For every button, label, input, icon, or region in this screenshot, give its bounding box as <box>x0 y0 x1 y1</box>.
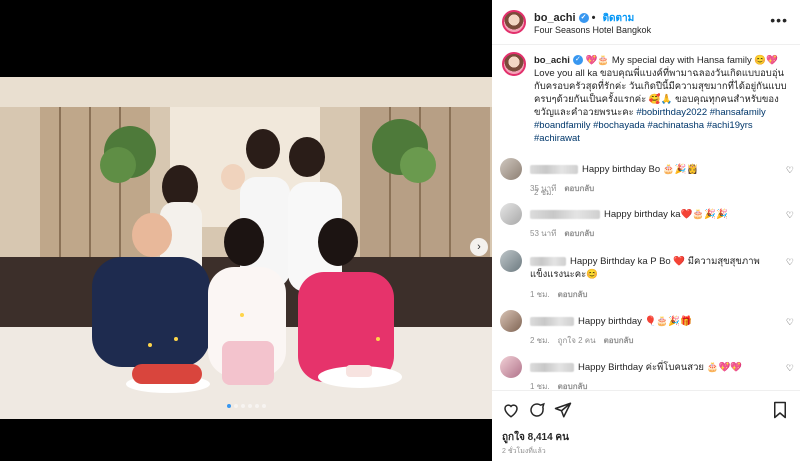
photo-illustration <box>0 77 492 419</box>
heart-icon[interactable]: ♡ <box>786 317 794 328</box>
caption-text: bo_achi ✓ 💖🎂 My special day with Hansa fa… <box>534 54 790 145</box>
location-link[interactable]: Four Seasons Hotel Bangkok <box>534 25 651 35</box>
commenter-username[interactable] <box>530 256 566 266</box>
avatar[interactable] <box>502 10 526 34</box>
follow-button[interactable]: ติดตาม <box>603 13 635 24</box>
carousel-dot <box>254 404 259 408</box>
share-icon[interactable] <box>554 401 572 422</box>
verified-icon: ✓ <box>578 13 589 24</box>
comment-meta: 53 นาที ตอบกลับ <box>530 227 602 240</box>
post-media: › <box>0 0 492 461</box>
avatar[interactable] <box>502 52 526 76</box>
post-author: bo_achi ✓ • ติดตาม <box>534 12 635 24</box>
post-header: bo_achi ✓ • ติดตาม Four Seasons Hotel Ban… <box>492 0 800 45</box>
post-photo[interactable] <box>0 77 492 419</box>
commenter-username[interactable] <box>530 362 574 372</box>
comment-text: Happy birthday 🎈🎂🎉🎁 <box>530 315 770 328</box>
carousel-indicator <box>0 404 492 408</box>
comment-text: Happy Birthday ka P Bo ❤️ มีความสุขสุขภา… <box>530 256 760 280</box>
carousel-dot <box>261 404 266 408</box>
carousel-dot <box>247 404 252 408</box>
avatar[interactable] <box>500 203 522 225</box>
comment-meta: 2 ชม. ถูกใจ 2 คน ตอบกลับ <box>530 334 642 347</box>
reply-button[interactable]: ตอบกลับ <box>564 184 594 193</box>
carousel-next-button[interactable]: › <box>470 238 488 256</box>
heart-icon[interactable] <box>502 401 520 422</box>
likes-count[interactable]: ถูกใจ 8,414 คน <box>502 430 569 445</box>
bookmark-icon[interactable] <box>772 401 788 422</box>
comment-likes[interactable]: ถูกใจ 2 คน <box>558 336 596 345</box>
action-bar: ถูกใจ 8,414 คน 2 ชั่วโมงที่แล้ว <box>492 390 800 457</box>
heart-icon[interactable]: ♡ <box>786 165 794 176</box>
avatar[interactable] <box>500 250 522 272</box>
comment-time: 53 นาที <box>530 229 557 238</box>
avatar[interactable] <box>500 356 522 378</box>
post-sidebar: bo_achi ✓ • ติดตาม Four Seasons Hotel Ban… <box>492 0 800 461</box>
commenter-username[interactable] <box>530 209 600 219</box>
comment-time: 35 นาที <box>530 184 557 193</box>
reply-button[interactable]: ตอบกลับ <box>558 290 588 299</box>
carousel-dot <box>226 404 231 408</box>
commenter-username[interactable] <box>530 316 574 326</box>
heart-icon[interactable]: ♡ <box>786 363 794 374</box>
comment-text: Happy birthday ka❤️🎂🎉🎉 <box>530 208 770 221</box>
comment-meta: 35 นาที ตอบกลับ <box>530 182 602 195</box>
carousel-dot <box>233 404 238 408</box>
commenter-username[interactable] <box>530 164 578 174</box>
comment-text: Happy birthday Bo 🎂🎉👸 <box>530 163 770 176</box>
comment-item: Happy birthday ka❤️🎂🎉🎉 53 นาที ตอบกลับ ♡ <box>500 203 796 243</box>
caption-username[interactable]: bo_achi <box>534 55 570 66</box>
carousel-dot <box>240 404 245 408</box>
comment-time: 2 ชม. <box>530 336 550 345</box>
verified-icon: ✓ <box>572 55 583 66</box>
chevron-right-icon: › <box>477 241 481 253</box>
comment-icon[interactable] <box>528 401 546 422</box>
username-link[interactable]: bo_achi <box>534 12 576 24</box>
heart-icon[interactable]: ♡ <box>786 210 794 221</box>
comment-item: Happy birthday 🎈🎂🎉🎁 2 ชม. ถูกใจ 2 คน ตอบกล… <box>500 310 796 350</box>
comment-item: Happy Birthday ค่ะพี่โบคนสวย 🎂💖💖 1 ชม. ตอ… <box>500 356 796 391</box>
comment-meta: 1 ชม. ตอบกลับ <box>530 288 596 301</box>
avatar[interactable] <box>500 310 522 332</box>
heart-icon[interactable]: ♡ <box>786 257 794 268</box>
comment-text: Happy Birthday ค่ะพี่โบคนสวย 🎂💖💖 <box>530 361 770 374</box>
avatar[interactable] <box>500 158 522 180</box>
comment-item: Happy Birthday ka P Bo ❤️ มีความสุขสุขภา… <box>500 250 796 300</box>
comment-item: Happy birthday Bo 🎂🎉👸 35 นาที ตอบกลับ ♡ <box>500 158 796 198</box>
reply-button[interactable]: ตอบกลับ <box>604 336 634 345</box>
post-timestamp: 2 ชั่วโมงที่แล้ว <box>502 448 546 455</box>
comment-time: 1 ชม. <box>530 290 550 299</box>
reply-button[interactable]: ตอบกลับ <box>564 229 594 238</box>
more-icon[interactable]: ••• <box>770 12 788 28</box>
